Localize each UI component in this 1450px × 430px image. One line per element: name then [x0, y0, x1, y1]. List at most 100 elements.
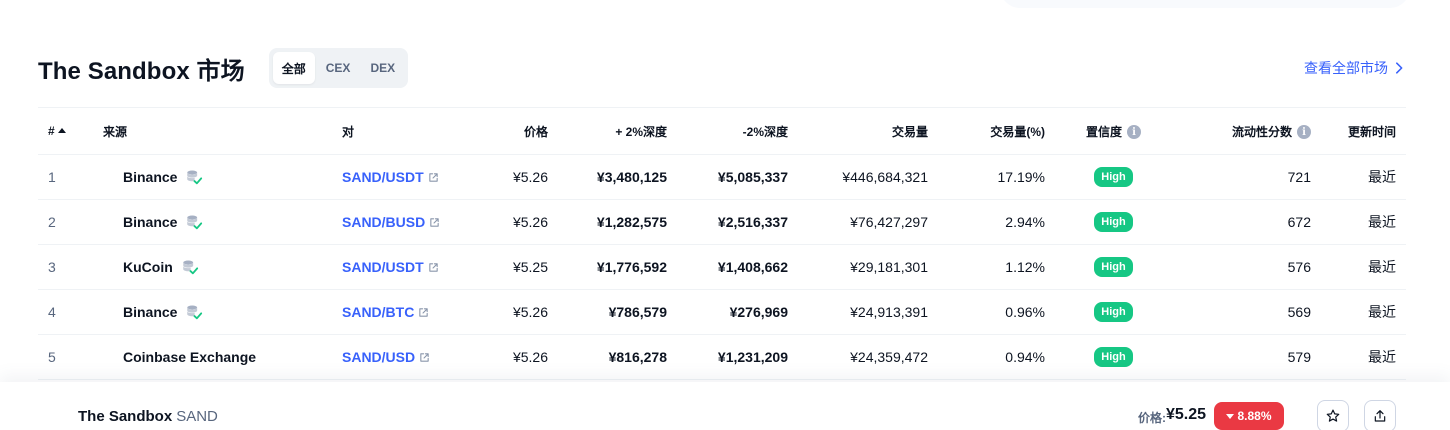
- source-cell: Binance: [93, 199, 332, 245]
- col-rank-header[interactable]: #: [38, 107, 93, 155]
- volume-cell: ¥24,913,391: [798, 289, 938, 335]
- confidence-cell: High: [1055, 154, 1172, 200]
- pair-link[interactable]: SAND/BTC: [342, 304, 429, 320]
- depth-plus-cell: ¥786,579: [558, 289, 677, 335]
- depth-minus-cell: ¥5,085,337: [677, 154, 798, 200]
- depth-plus-cell: ¥3,480,125: [558, 154, 677, 200]
- col-depth-minus-header[interactable]: -2%深度: [677, 107, 798, 155]
- confidence-badge: High: [1094, 302, 1133, 322]
- table-row[interactable]: 4 Binance SAND/BTC ¥5.26 ¥786,579 ¥276,969 ¥24…: [38, 289, 1406, 335]
- confidence-cell: High: [1055, 289, 1172, 335]
- confidence-cell: High: [1055, 334, 1172, 380]
- current-price: ¥5.25: [1166, 406, 1207, 423]
- liquidity-cell: 579: [1172, 334, 1321, 380]
- sort-ascending-icon: [57, 128, 66, 134]
- updated-cell: 最近: [1321, 154, 1406, 200]
- table-row[interactable]: 3 KuCoin SAND/USDT ¥5.25 ¥1,776,592 ¥1,408,66…: [38, 244, 1406, 290]
- pair-link[interactable]: SAND/USDT: [342, 169, 439, 185]
- confidence-cell: High: [1055, 199, 1172, 245]
- table-row[interactable]: 5 Coinbase Exchange SAND/USD ¥5.26 ¥816,278 ¥…: [38, 334, 1406, 380]
- liquidity-cell: 721: [1172, 154, 1321, 200]
- page-title: The Sandbox 市场: [38, 57, 245, 85]
- row-rank: 5: [38, 334, 93, 380]
- col-volume-pct-header[interactable]: 交易量(%): [938, 107, 1055, 155]
- pair-link[interactable]: SAND/USDT: [342, 259, 439, 275]
- source-cell: Binance: [93, 154, 332, 200]
- depth-minus-cell: ¥276,969: [677, 289, 798, 335]
- price-cell: ¥5.26: [472, 154, 558, 200]
- exchange-name[interactable]: Binance: [123, 304, 177, 320]
- table-row[interactable]: 1 Binance SAND/USDT ¥5.26 ¥3,480,125 ¥5,085,3…: [38, 154, 1406, 200]
- col-volume-header[interactable]: 交易量: [798, 107, 938, 155]
- col-pair-header[interactable]: 对: [332, 107, 472, 155]
- depth-minus-cell: ¥1,408,662: [677, 244, 798, 290]
- col-depth-plus-header[interactable]: + 2%深度: [558, 107, 677, 155]
- source-cell: Binance: [93, 289, 332, 335]
- view-all-markets-link[interactable]: 查看全部市场: [1304, 58, 1406, 78]
- liquidity-cell: 569: [1172, 289, 1321, 335]
- verified-exchange-icon: [187, 170, 203, 185]
- share-button[interactable]: [1364, 400, 1396, 430]
- row-rank: 4: [38, 289, 93, 335]
- updated-cell: 最近: [1321, 289, 1406, 335]
- exchange-name[interactable]: Binance: [123, 169, 177, 185]
- exchange-name[interactable]: Binance: [123, 214, 177, 230]
- verified-exchange-icon: [187, 305, 203, 320]
- price-change-badge: 8.88%: [1214, 402, 1284, 430]
- filter-dex-button[interactable]: DEX: [361, 52, 404, 84]
- markets-table: # 来源 对 价格 + 2%深度 -2%深度 交易量 交易量(%) 置信度 i 流…: [38, 107, 1406, 380]
- volume-cell: ¥29,181,301: [798, 244, 938, 290]
- info-icon[interactable]: i: [1127, 125, 1141, 140]
- depth-plus-cell: ¥1,776,592: [558, 244, 677, 290]
- price-cell: ¥5.25: [472, 244, 558, 290]
- chevron-right-icon: [1396, 62, 1403, 74]
- liquidity-cell: 576: [1172, 244, 1321, 290]
- row-rank: 3: [38, 244, 93, 290]
- verified-exchange-icon: [187, 215, 203, 230]
- pair-link[interactable]: SAND/USD: [342, 349, 430, 365]
- depth-minus-cell: ¥2,516,337: [677, 199, 798, 245]
- volume-pct-cell: 0.96%: [938, 289, 1055, 335]
- volume-pct-cell: 1.12%: [938, 244, 1055, 290]
- volume-cell: ¥446,684,321: [798, 154, 938, 200]
- external-link-icon: [428, 172, 438, 182]
- updated-cell: 最近: [1321, 244, 1406, 290]
- filter-cex-button[interactable]: CEX: [317, 52, 360, 84]
- col-liquidity-header[interactable]: 流动性分数 i: [1172, 107, 1321, 155]
- row-rank: 2: [38, 199, 93, 245]
- price-label: 价格:: [1138, 411, 1166, 425]
- exchange-name[interactable]: Coinbase Exchange: [123, 349, 256, 365]
- sticky-price-bar: The Sandbox SAND 价格: ¥5.25 8.88%: [0, 382, 1450, 430]
- confidence-badge: High: [1094, 167, 1133, 187]
- external-link-icon: [430, 217, 439, 227]
- pair-cell: SAND/USDT: [332, 154, 472, 200]
- filter-all-button[interactable]: 全部: [272, 52, 315, 84]
- info-icon[interactable]: i: [1297, 125, 1311, 140]
- coin-name: The Sandbox SAND: [78, 408, 218, 425]
- caret-down-icon: [1226, 413, 1235, 419]
- confidence-cell: High: [1055, 244, 1172, 290]
- table-row[interactable]: 2 Binance SAND/BUSD ¥5.26 ¥1,282,575 ¥2,516,3…: [38, 199, 1406, 245]
- confidence-badge: High: [1094, 212, 1133, 232]
- price-cell: ¥5.26: [472, 199, 558, 245]
- volume-pct-cell: 2.94%: [938, 199, 1055, 245]
- watchlist-star-button[interactable]: [1317, 400, 1349, 430]
- col-price-header[interactable]: 价格: [472, 107, 558, 155]
- external-link-icon: [419, 307, 429, 317]
- pair-cell: SAND/USDT: [332, 244, 472, 290]
- exchange-name[interactable]: KuCoin: [123, 259, 173, 275]
- col-confidence-header[interactable]: 置信度 i: [1055, 107, 1172, 155]
- volume-pct-cell: 0.94%: [938, 334, 1055, 380]
- updated-cell: 最近: [1321, 199, 1406, 245]
- volume-cell: ¥24,359,472: [798, 334, 938, 380]
- row-rank: 1: [38, 154, 93, 200]
- pair-cell: SAND/USD: [332, 334, 472, 380]
- pair-link[interactable]: SAND/BUSD: [342, 214, 440, 230]
- col-updated-header[interactable]: 更新时间: [1321, 107, 1406, 155]
- view-all-label: 查看全部市场: [1304, 60, 1388, 76]
- confidence-badge: High: [1094, 347, 1133, 367]
- source-cell: KuCoin: [93, 244, 332, 290]
- top-panel-edge: [1000, 0, 1410, 8]
- pair-cell: SAND/BUSD: [332, 199, 472, 245]
- col-source-header[interactable]: 来源: [93, 107, 332, 155]
